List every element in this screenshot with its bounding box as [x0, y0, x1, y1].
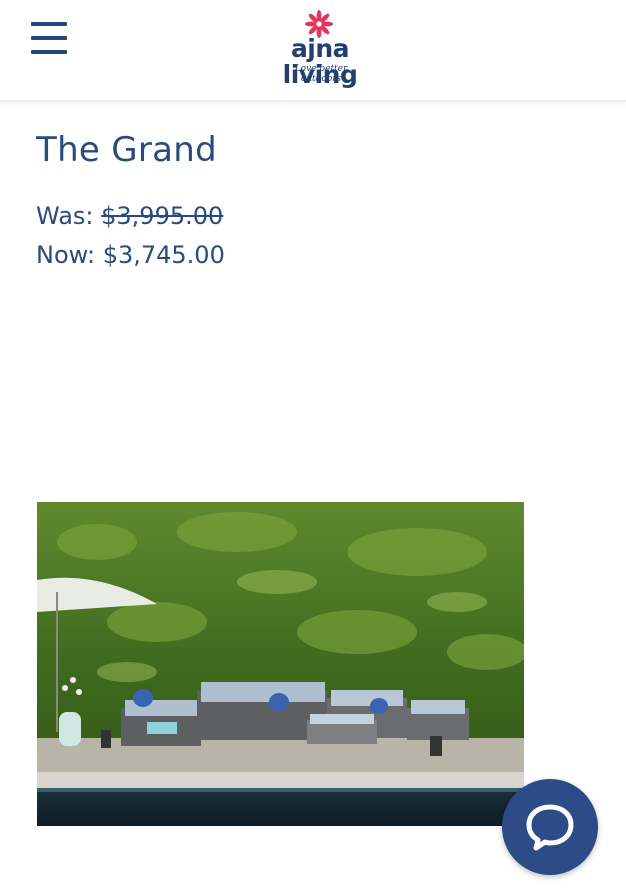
was-price: $3,995.00	[101, 202, 224, 230]
logo-tagline: Love better outdoors	[294, 64, 348, 84]
was-price-row: Was: $3,995.00	[36, 202, 223, 230]
hamburger-menu-icon	[31, 50, 67, 54]
site-logo[interactable]: ajna living Love better outdoors	[258, 8, 382, 88]
outdoor-furniture-scene	[37, 502, 524, 826]
now-label: Now:	[36, 241, 96, 269]
chat-button[interactable]	[502, 779, 598, 875]
site-header: ajna living Love better outdoors	[0, 0, 626, 102]
was-label: Was:	[36, 202, 94, 230]
product-title: The Grand	[36, 130, 218, 170]
hamburger-menu-icon	[31, 22, 67, 26]
product-photo	[37, 502, 524, 826]
hamburger-menu-icon	[31, 36, 67, 40]
menu-button[interactable]	[28, 20, 72, 56]
chat-bubble-icon	[526, 804, 574, 851]
now-price-row: Now: $3,745.00	[36, 241, 225, 269]
now-price: $3,745.00	[102, 241, 225, 269]
